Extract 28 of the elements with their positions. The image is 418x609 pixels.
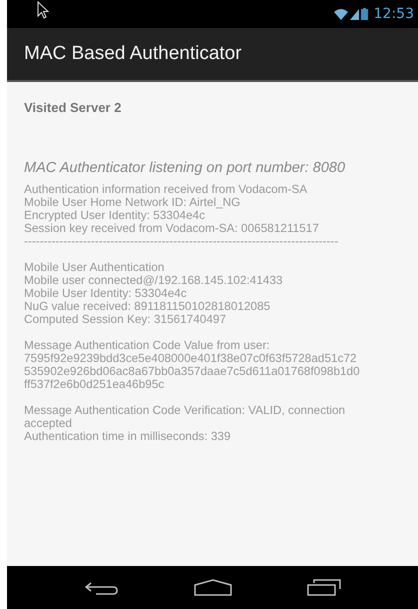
log-line: Session key received from Vodacom-SA: 006581211517 bbox=[24, 222, 320, 235]
home-icon[interactable] bbox=[194, 579, 232, 596]
log-line: Authentication information received from Vodacom-SA bbox=[24, 183, 308, 196]
app-title: MAC Based Authenticator bbox=[24, 43, 242, 65]
log-line: 7595f92e9239bdd3ce5e408000e401f38e07c0f63f5728ad51c72 bbox=[24, 352, 358, 365]
log-line: Mobile User Authentication bbox=[24, 261, 166, 274]
log-line: accepted bbox=[24, 417, 73, 430]
wifi-icon bbox=[334, 8, 348, 20]
pointer-icon bbox=[37, 1, 49, 19]
clock-time: 12:53 bbox=[374, 6, 414, 22]
log-line: Encrypted User Identity: 53304e4c bbox=[24, 209, 205, 222]
log-line: Message Authentication Code Value from user: bbox=[24, 339, 271, 352]
recent-apps-icon[interactable] bbox=[306, 579, 340, 596]
signal-icon bbox=[350, 8, 359, 20]
log-line: Mobile User Identity: 53304e4c bbox=[24, 287, 188, 300]
status-message: MAC Authenticator listening on port number: 8080 bbox=[24, 160, 346, 176]
battery-icon bbox=[360, 8, 368, 20]
log-line: NuG value received: 891181150102818012085 bbox=[24, 300, 272, 313]
log-line: ff537f2e6b0d251ea46b95c bbox=[24, 378, 166, 391]
log-line: 535902e926bd06ac8a67bb0a357daae7c5d611a01768f098b1d0 bbox=[24, 365, 361, 378]
log-line: Message Authentication Code Verification: VALID, connection bbox=[24, 404, 346, 417]
back-icon[interactable] bbox=[84, 580, 118, 594]
log-line: Computed Session Key: 31561740497 bbox=[24, 313, 228, 326]
server-heading: Visited Server 2 bbox=[24, 100, 122, 115]
log-line: Mobile User Home Network ID: Airtel_NG bbox=[24, 196, 242, 209]
log-line: Authentication time in milliseconds: 339 bbox=[24, 430, 232, 443]
log-line: Mobile user connected@/192.168.145.102:41433 bbox=[24, 274, 284, 287]
log-line: -------------------------------------------------------------------------------- bbox=[24, 235, 340, 248]
